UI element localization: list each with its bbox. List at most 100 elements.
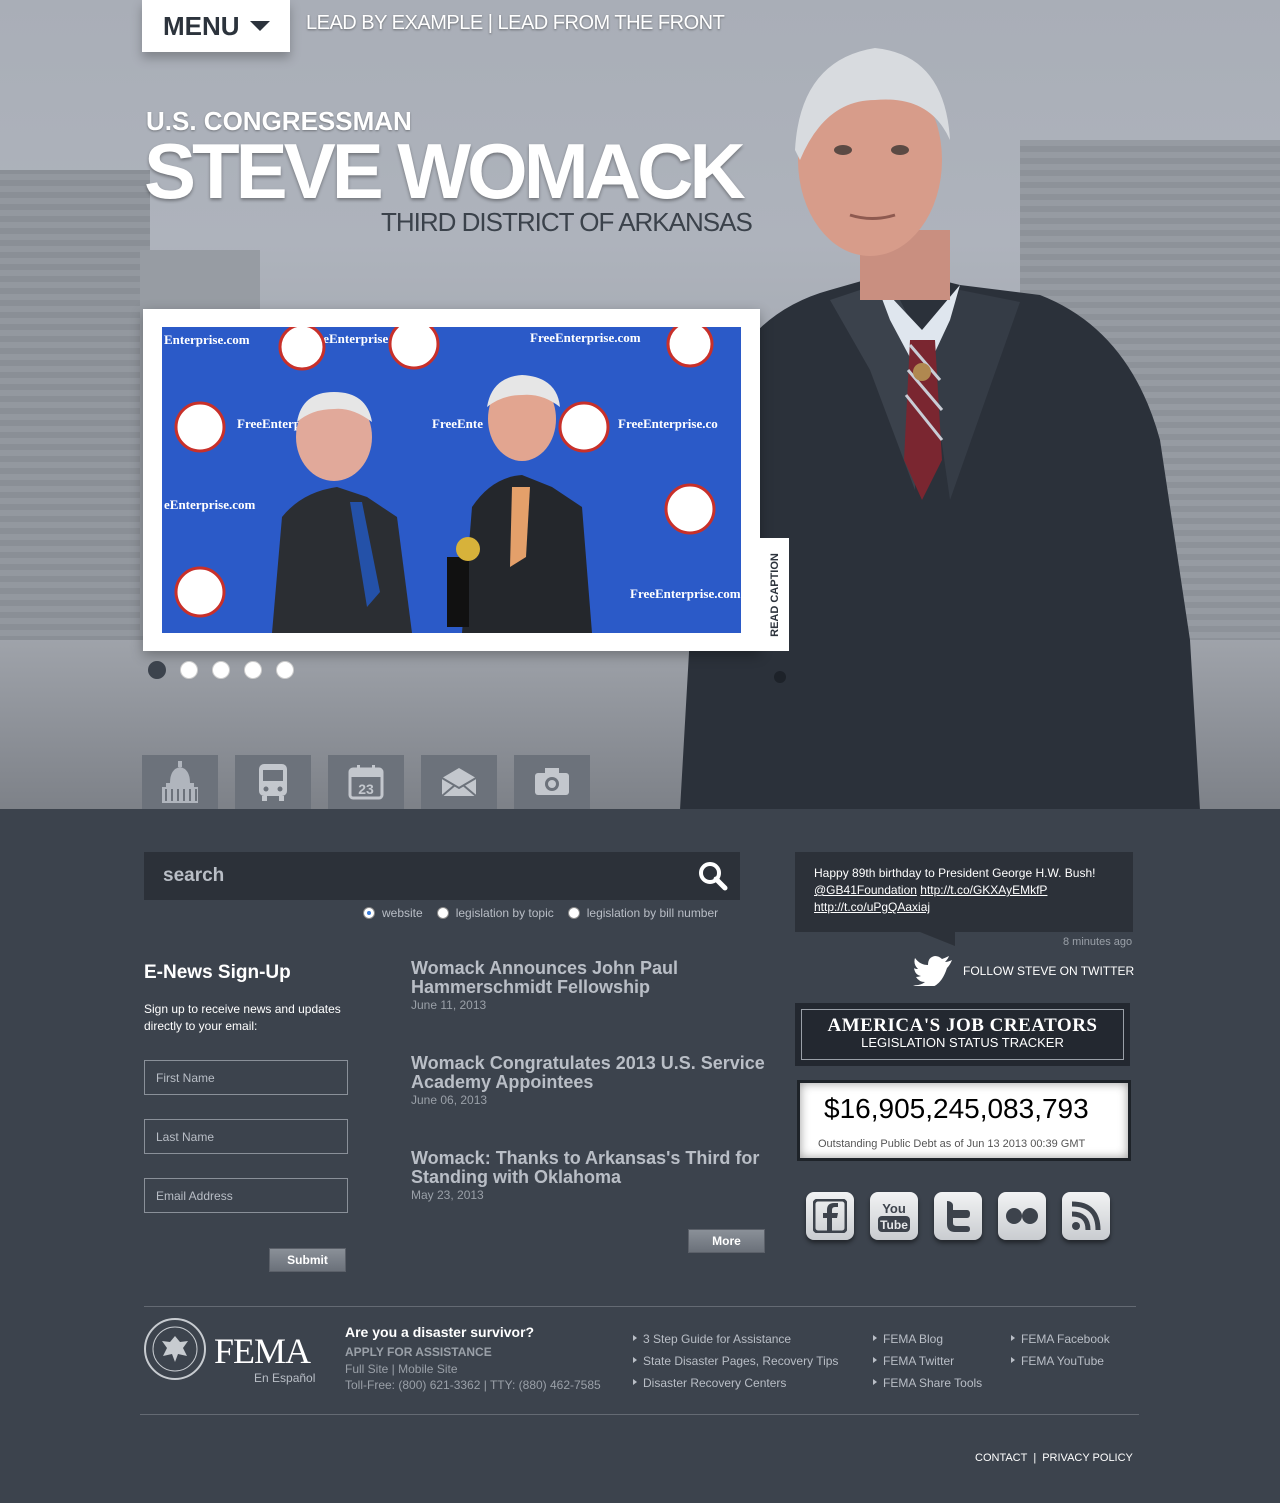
job-creators-title: AMERICA'S JOB CREATORS <box>827 1015 1098 1036</box>
bus-icon <box>259 764 287 801</box>
menu-button[interactable]: MENU <box>142 0 290 52</box>
fema-link[interactable]: FEMA YouTube <box>1011 1354 1110 1376</box>
debt-label: Outstanding Public Debt as of Jun 13 201… <box>818 1138 1086 1150</box>
tweet-link[interactable]: http://t.co/uPgQAaxiaj <box>814 900 930 914</box>
search-scope: website legislation by topic legislation… <box>363 906 718 920</box>
fema-link[interactable]: FEMA Facebook <box>1011 1332 1110 1354</box>
news-item: Womack Announces John Paul Hammerschmidt… <box>411 959 771 1013</box>
job-creators-banner[interactable]: AMERICA'S JOB CREATORS LEGISLATION STATU… <box>795 1003 1130 1066</box>
slide-dot-5[interactable] <box>276 661 294 679</box>
radio-label: website <box>382 906 423 920</box>
submit-button[interactable]: Submit <box>269 1248 346 1272</box>
follow-label: FOLLOW STEVE ON TWITTER <box>963 964 1135 978</box>
radio-legislation-bill[interactable]: legislation by bill number <box>567 906 719 920</box>
slide-dot-3[interactable] <box>212 661 230 679</box>
tweet-timestamp: 8 minutes ago <box>1063 936 1133 948</box>
email-field[interactable] <box>144 1178 348 1213</box>
divider <box>144 1306 1136 1307</box>
slide-dot-4[interactable] <box>244 661 262 679</box>
dhs-seal-icon <box>144 1318 206 1380</box>
calendar-icon: 23 <box>348 765 384 800</box>
slideshow-frame: Enterprise.com FreeEnterprise.com FreeEn… <box>143 309 760 651</box>
backdrop-text: FreeEnterprise.com <box>630 586 741 601</box>
radio-button[interactable] <box>436 907 449 919</box>
capitol-icon <box>162 761 198 803</box>
backdrop-text: FreeEnte <box>432 416 483 431</box>
fema-links-column-3: FEMA Facebook FEMA YouTube <box>1011 1332 1110 1376</box>
last-name-field[interactable] <box>144 1119 348 1154</box>
news-title-link[interactable]: Womack Congratulates 2013 U.S. Service A… <box>411 1054 771 1092</box>
flickr-icon[interactable] <box>998 1192 1046 1240</box>
twitter-icon[interactable] <box>934 1192 982 1240</box>
tweet-bubble-tail <box>920 932 955 946</box>
slide-dot-1[interactable] <box>148 661 166 679</box>
fema-link[interactable]: 3 Step Guide for Assistance <box>633 1332 838 1354</box>
job-creators-frame: AMERICA'S JOB CREATORS LEGISLATION STATU… <box>801 1009 1124 1060</box>
youtube-icon[interactable]: You Tube <box>870 1192 918 1240</box>
calendar-day: 23 <box>358 781 374 797</box>
debt-clock: $16,905,245,083,793 Outstanding Public D… <box>797 1080 1131 1161</box>
fema-phone: Toll-Free: (800) 621-3362 | TTY: (880) 4… <box>345 1378 601 1392</box>
quick-links-tabs: 23 <box>142 755 590 809</box>
svg-text:You: You <box>882 1201 906 1216</box>
backdrop-text: FreeEnterprise.com <box>530 330 641 345</box>
page-title: STEVE WOMACK <box>144 127 746 215</box>
hero-banner: MENU LEAD BY EXAMPLE | LEAD FROM THE FRO… <box>0 0 1280 809</box>
news-title-link[interactable]: Womack Announces John Paul Hammerschmidt… <box>411 959 771 997</box>
fema-link[interactable]: FEMA Twitter <box>873 1354 982 1376</box>
radio-legislation-topic[interactable]: legislation by topic <box>436 906 554 920</box>
social-icons: You Tube <box>806 1192 1110 1240</box>
slide-dot-2[interactable] <box>180 661 198 679</box>
divider <box>140 1414 1139 1415</box>
tweet-link[interactable]: http://t.co/GKXAyEMkfP <box>920 883 1047 897</box>
background-building-left <box>0 170 150 690</box>
privacy-policy-link[interactable]: PRIVACY POLICY <box>1042 1452 1133 1464</box>
fema-logo[interactable]: FEMA <box>214 1330 311 1372</box>
news-date: June 11, 2013 <box>411 998 487 1012</box>
backdrop-text: FreeEnterprise.co <box>618 416 718 431</box>
fema-question: Are you a disaster survivor? <box>345 1324 535 1340</box>
first-name-field[interactable] <box>144 1060 348 1095</box>
tweet-box: Happy 89th birthday to President George … <box>795 852 1133 932</box>
radio-button[interactable] <box>567 907 580 919</box>
backdrop-text: FreeEnterp <box>237 416 301 431</box>
tab-calendar[interactable]: 23 <box>328 755 404 809</box>
contact-link[interactable]: CONTACT <box>975 1452 1027 1464</box>
tab-bus[interactable] <box>235 755 311 809</box>
fema-link[interactable]: FEMA Share Tools <box>873 1376 982 1398</box>
news-title-link[interactable]: Womack: Thanks to Arkansas's Third for S… <box>411 1149 771 1187</box>
backdrop-text: Enterprise.com <box>164 332 250 347</box>
fema-link[interactable]: State Disaster Pages, Recovery Tips <box>633 1354 838 1376</box>
more-news-button[interactable]: More <box>688 1229 765 1253</box>
fema-apply-link[interactable]: APPLY FOR ASSISTANCE <box>345 1345 492 1359</box>
fema-links-column-2: FEMA Blog FEMA Twitter FEMA Share Tools <box>873 1332 982 1398</box>
fema-link[interactable]: Disaster Recovery Centers <box>633 1376 838 1398</box>
tab-mail[interactable] <box>421 755 497 809</box>
read-caption-tab[interactable]: READ CAPTION <box>760 538 789 651</box>
fema-link[interactable]: FEMA Blog <box>873 1332 982 1354</box>
tab-capitol[interactable] <box>142 755 218 809</box>
radio-label: legislation by bill number <box>586 906 719 920</box>
chevron-down-icon <box>249 21 270 31</box>
rss-icon[interactable] <box>1062 1192 1110 1240</box>
news-date: June 06, 2013 <box>411 1093 488 1107</box>
search-input[interactable] <box>163 865 663 887</box>
tagline-separator: | <box>487 12 493 34</box>
fema-site-links[interactable]: Full Site | Mobile Site <box>345 1362 458 1376</box>
news-date: May 23, 2013 <box>411 1188 484 1202</box>
search-icon[interactable] <box>698 861 728 891</box>
footer-separator: | <box>1033 1452 1037 1464</box>
tagline-right: LEAD FROM THE FRONT <box>497 12 725 34</box>
radio-button[interactable] <box>363 907 375 919</box>
facebook-icon[interactable] <box>806 1192 854 1240</box>
enews-description: Sign up to receive news and updates dire… <box>144 1002 341 1033</box>
slideshow-image[interactable]: Enterprise.com FreeEnterprise.com FreeEn… <box>162 327 741 633</box>
radio-website[interactable]: website <box>363 906 423 920</box>
follow-twitter-link[interactable]: FOLLOW STEVE ON TWITTER <box>913 956 1134 986</box>
fema-espanol-link[interactable]: En Español <box>254 1371 315 1385</box>
tab-camera[interactable] <box>514 755 590 809</box>
debt-value: $16,905,245,083,793 <box>824 1093 1089 1124</box>
news-item: Womack: Thanks to Arkansas's Third for S… <box>411 1149 771 1203</box>
tweet-mention-link[interactable]: @GB41Foundation <box>814 883 917 897</box>
twitter-bird-icon <box>913 956 952 986</box>
